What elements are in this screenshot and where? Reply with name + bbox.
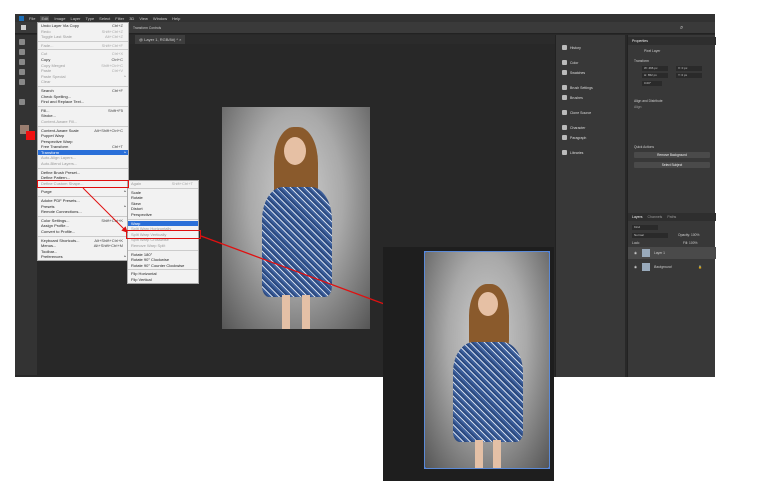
warp-handle[interactable]	[425, 467, 426, 468]
warp-handle[interactable]	[548, 467, 549, 468]
warp-handle[interactable]	[425, 252, 426, 253]
warp-handle[interactable]	[548, 252, 549, 253]
warp-preview-photo	[424, 251, 550, 469]
warp-result-inset	[383, 247, 554, 481]
arrow-transform-to-warp	[82, 187, 128, 233]
